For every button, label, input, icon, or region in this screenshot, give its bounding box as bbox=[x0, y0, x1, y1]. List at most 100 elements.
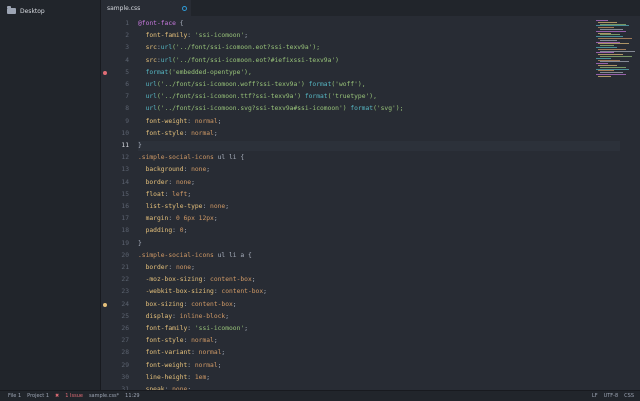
code-token: format bbox=[138, 68, 169, 76]
editor[interactable]: 1 2 3 4 5 6 7 8 9 10 11 12 13 14 15 16 17 18 19 20 21 22 23 24 2… bbox=[101, 16, 640, 390]
code-token: ; bbox=[213, 129, 218, 137]
code-line[interactable]: -webkit-box-sizing: content-box; bbox=[138, 287, 620, 297]
code-line[interactable]: url('../font/ssi-icomoon.woff?ssi-texv9a… bbox=[138, 80, 620, 90]
line-number-gutter: 1 2 3 4 5 6 7 8 9 10 11 12 13 14 15 16 17 18 19 20 21 22 23 24 2… bbox=[101, 16, 135, 390]
line-number: 9 bbox=[125, 117, 129, 125]
status-bar: File 1 Project 1 ✖ 1 Issue sample.css* 1… bbox=[0, 390, 640, 401]
line-number: 18 bbox=[121, 227, 129, 235]
project-folder[interactable]: Desktop bbox=[4, 5, 45, 17]
status-cursor[interactable]: 11:29 bbox=[125, 393, 139, 399]
code-token: ; bbox=[251, 276, 256, 284]
code-line[interactable]: display: inline-block; bbox=[138, 312, 620, 322]
code-line[interactable]: padding: 0; bbox=[138, 226, 620, 236]
code-token: ('woff'), bbox=[331, 81, 366, 88]
code-token: font-weight bbox=[138, 117, 188, 125]
code-line[interactable]: float: left; bbox=[138, 190, 620, 200]
code-token: normal bbox=[194, 361, 218, 369]
line-number: 6 bbox=[125, 81, 129, 88]
code-token: content-box bbox=[191, 300, 233, 308]
code-token: ; bbox=[217, 117, 222, 125]
line-number: 17 bbox=[121, 215, 129, 223]
code-token: : bbox=[187, 325, 195, 332]
code-line[interactable]: font-family: 'ssi-icomoon'; bbox=[138, 31, 620, 41]
status-encoding[interactable]: UTF-8 bbox=[604, 393, 619, 399]
line-number: 23 bbox=[121, 288, 129, 296]
code-token: } bbox=[138, 239, 142, 247]
code-token: .simple-social-icons bbox=[138, 154, 214, 162]
code-token: left bbox=[172, 190, 188, 198]
code-token: @font-face bbox=[138, 20, 176, 27]
line-number: 10 bbox=[121, 129, 129, 137]
code-token: ; bbox=[263, 288, 267, 296]
status-line-ending[interactable]: LF bbox=[592, 393, 598, 399]
status-project[interactable]: Project 1 bbox=[27, 393, 49, 399]
code-token: src bbox=[138, 44, 157, 52]
code-line[interactable]: list-style-type: none; bbox=[138, 202, 620, 212]
code-line[interactable]: src:url('../font/ssi-icomoon.eot?ssi-tex… bbox=[138, 43, 620, 53]
code-token: ; bbox=[213, 215, 218, 223]
code-token: ('../font/ssi-icomoon.svg?ssi-texv9a#ssi… bbox=[156, 105, 351, 113]
code-token: border bbox=[138, 178, 169, 186]
code-line[interactable]: } bbox=[138, 141, 620, 151]
code-line[interactable]: url('../font/ssi-icomoon.svg?ssi-texv9a#… bbox=[138, 104, 620, 114]
code-line[interactable]: -moz-box-sizing: content-box; bbox=[138, 275, 620, 285]
code-line[interactable]: font-style: normal; bbox=[138, 129, 620, 139]
code-token: inline-block bbox=[179, 312, 226, 320]
code-line[interactable]: box-sizing: content-box; bbox=[138, 300, 620, 310]
code-token: line-height bbox=[138, 373, 188, 381]
code-area[interactable]: @font-face { font-family: 'ssi-icomoon';… bbox=[138, 16, 640, 390]
code-token: ; bbox=[206, 166, 211, 174]
code-token: url bbox=[138, 81, 157, 88]
code-line[interactable]: font-weight: normal; bbox=[138, 361, 620, 371]
code-line[interactable]: font-weight: normal; bbox=[138, 117, 620, 127]
code-token: : bbox=[191, 349, 199, 357]
line-number: 3 bbox=[125, 44, 129, 52]
code-token: url bbox=[138, 93, 157, 101]
code-token: } bbox=[138, 142, 142, 149]
code-line[interactable]: border: none; bbox=[138, 178, 620, 188]
code-token: ('../font/ssi-icomoon.eot?ssi-texv9a'); bbox=[172, 44, 320, 52]
code-token: : bbox=[187, 373, 195, 381]
code-token: font-weight bbox=[138, 361, 188, 369]
code-line[interactable]: src:url('../font/ssi-icomoon.eot?#iefixs… bbox=[138, 56, 620, 66]
status-file[interactable]: File 1 bbox=[8, 393, 21, 399]
status-current-file[interactable]: sample.css* bbox=[89, 393, 119, 399]
code-token: src bbox=[138, 56, 157, 64]
code-token: ; bbox=[191, 178, 195, 186]
code-token: 'ssi-icomoon' bbox=[194, 325, 245, 332]
code-token: ; bbox=[244, 32, 248, 40]
status-issues[interactable]: 1 Issue bbox=[65, 393, 83, 399]
code-token: content-box bbox=[221, 288, 264, 296]
code-token: url bbox=[160, 56, 173, 64]
code-line[interactable]: .simple-social-icons ul li { bbox=[138, 153, 620, 163]
code-token: none bbox=[175, 264, 192, 271]
code-token: none bbox=[210, 203, 226, 210]
code-token: padding bbox=[138, 227, 173, 235]
code-line[interactable]: } bbox=[138, 239, 620, 249]
code-token: ; bbox=[191, 264, 195, 271]
code-line[interactable]: font-family: 'ssi-icomoon'; bbox=[138, 324, 620, 334]
code-token: url bbox=[138, 105, 157, 113]
code-line[interactable]: .simple-social-icons ul li a { bbox=[138, 251, 620, 261]
code-token: 0 6px 12px bbox=[175, 215, 214, 223]
line-number: 12 bbox=[121, 154, 129, 162]
code-token: 'ssi-icomoon' bbox=[194, 32, 245, 40]
code-token: : bbox=[187, 117, 195, 125]
code-token: float bbox=[138, 190, 165, 198]
code-line[interactable]: format('embedded-opentype'), bbox=[138, 68, 620, 78]
code-line[interactable]: margin: 0 6px 12px; bbox=[138, 214, 620, 224]
tab-sample-css[interactable]: sample.css bbox=[101, 0, 191, 16]
code-line[interactable]: font-variant: normal; bbox=[138, 348, 620, 358]
code-token: format bbox=[304, 93, 328, 101]
code-line[interactable]: background: none; bbox=[138, 165, 620, 175]
status-grammar[interactable]: CSS bbox=[624, 393, 634, 399]
code-line[interactable]: @font-face { bbox=[138, 19, 620, 29]
line-number: 20 bbox=[121, 251, 129, 259]
code-line[interactable]: line-height: 1em; bbox=[138, 373, 620, 383]
code-line[interactable]: border: none; bbox=[138, 263, 620, 273]
tab-title: sample.css bbox=[107, 4, 141, 12]
line-number: 7 bbox=[125, 93, 129, 101]
code-token: : bbox=[168, 215, 176, 223]
code-line[interactable]: font-style: normal; bbox=[138, 336, 620, 346]
code-line[interactable]: url('../font/ssi-icomoon.ttf?ssi-texv9a'… bbox=[138, 92, 620, 102]
